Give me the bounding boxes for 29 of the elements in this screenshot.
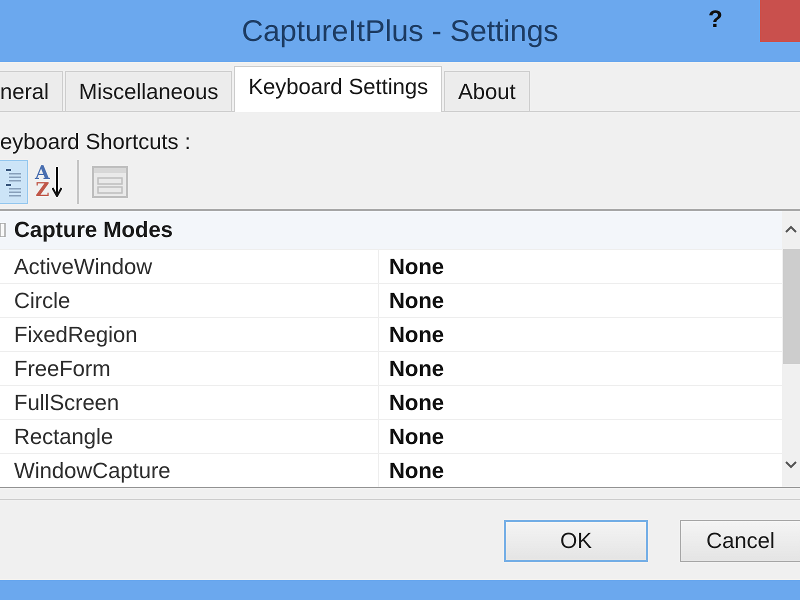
- expander-icon: [0, 223, 6, 237]
- property-name[interactable]: FixedRegion: [0, 318, 378, 351]
- close-button[interactable]: [760, 0, 800, 42]
- window-icon: [92, 166, 128, 198]
- down-arrow-icon: [52, 167, 62, 197]
- window-title: CaptureItPlus - Settings: [242, 15, 558, 47]
- tab[interactable]: Keyboard Settings: [234, 66, 442, 112]
- category-title: Capture Modes: [14, 219, 173, 241]
- alphabetical-sort-button[interactable]: A Z: [32, 160, 65, 204]
- tab[interactable]: Miscellaneous: [64, 71, 232, 111]
- cancel-button[interactable]: Cancel: [680, 520, 800, 562]
- scrollbar-thumb[interactable]: [782, 249, 800, 364]
- property-name[interactable]: FreeForm: [0, 352, 378, 385]
- tab[interactable]: About: [444, 71, 530, 111]
- property-name[interactable]: ActiveWindow: [0, 250, 378, 283]
- help-button[interactable]: ?: [704, 8, 727, 32]
- categorized-view-button[interactable]: [0, 160, 28, 204]
- scrollbar[interactable]: [782, 211, 800, 487]
- chevron-down-icon[interactable]: [785, 461, 797, 469]
- list-icon: [4, 167, 22, 197]
- property-name[interactable]: Rectangle: [0, 420, 378, 453]
- ok-button[interactable]: OK: [504, 520, 648, 562]
- chevron-up-icon[interactable]: [785, 225, 797, 233]
- category-row[interactable]: Capture Modes: [0, 211, 782, 249]
- tab[interactable]: neral: [0, 71, 63, 111]
- property-name[interactable]: FullScreen: [0, 386, 378, 419]
- property-name[interactable]: Circle: [0, 284, 378, 317]
- property-name[interactable]: WindowCapture: [0, 454, 378, 487]
- section-label: eyboard Shortcuts :: [0, 128, 191, 155]
